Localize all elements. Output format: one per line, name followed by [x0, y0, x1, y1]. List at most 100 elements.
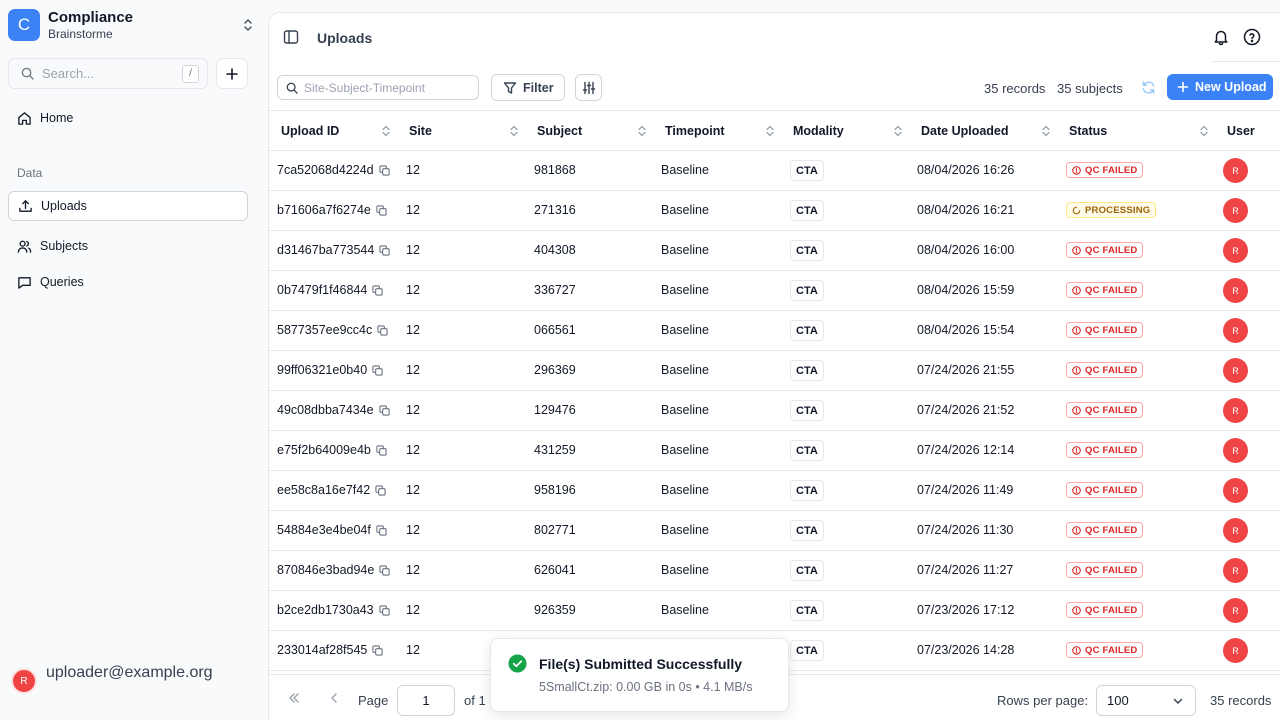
column-settings-button[interactable]	[575, 74, 602, 101]
copy-icon[interactable]	[376, 524, 387, 536]
copy-icon[interactable]	[372, 364, 383, 376]
new-upload-button[interactable]: New Upload	[1167, 74, 1273, 100]
status-badge: QC FAILED	[1066, 522, 1144, 538]
copy-icon[interactable]	[376, 204, 387, 216]
status-badge: QC FAILED	[1066, 482, 1144, 498]
user-menu[interactable]: R uploader@example.org	[11, 664, 213, 694]
sort-icon[interactable]	[1041, 125, 1051, 137]
site-cell: 12	[406, 403, 420, 417]
sidebar-toggle-icon[interactable]	[283, 29, 299, 45]
sort-icon[interactable]	[637, 125, 647, 137]
table-row[interactable]: 5877357ee9cc4c 12 066561 Baseline CTA 08/04/2…	[269, 311, 1280, 351]
column-header-upload-id[interactable]: Upload ID	[281, 124, 339, 138]
status-text: QC FAILED	[1085, 564, 1138, 576]
table-row[interactable]: 49c08dbba7434e 12 129476 Baseline CTA 07/24/2…	[269, 391, 1280, 431]
date-uploaded-cell: 08/04/2026 16:21	[917, 203, 1015, 217]
add-button[interactable]	[216, 58, 248, 89]
rows-per-page-select[interactable]: 100	[1096, 685, 1196, 716]
table-row[interactable]: ee58c8a16e7f42 12 958196 Baseline CTA 07/24/2…	[269, 471, 1280, 511]
column-header-timepoint[interactable]: Timepoint	[665, 124, 725, 138]
upload-id-cell: b2ce2db1730a43	[277, 603, 390, 617]
sort-icon[interactable]	[765, 125, 775, 137]
sidebar-item-home[interactable]: Home	[8, 103, 248, 133]
table-row[interactable]: 99ff06321e0b40 12 296369 Baseline CTA 07/24/2…	[269, 351, 1280, 391]
upload-id: 54884e3e4be04f	[277, 523, 371, 537]
copy-icon[interactable]	[379, 244, 390, 256]
subject-cell: 404308	[534, 243, 576, 257]
avatar: R	[11, 668, 37, 694]
column-header-site[interactable]: Site	[409, 124, 432, 138]
table-row[interactable]: 7ca52068d4224d 12 981868 Baseline CTA 08/04/2…	[269, 151, 1280, 191]
page-number-input[interactable]: 1	[397, 685, 455, 716]
timepoint-cell: Baseline	[661, 323, 709, 337]
table-row[interactable]: e75f2b64009e4b 12 431259 Baseline CTA 07/24/2…	[269, 431, 1280, 471]
upload-id-cell: 233014af28f545	[277, 643, 384, 657]
sort-icon[interactable]	[1199, 125, 1209, 137]
sort-icon[interactable]	[381, 125, 391, 137]
column-header-modality[interactable]: Modality	[793, 124, 844, 138]
column-header-subject[interactable]: Subject	[537, 124, 582, 138]
avatar: R	[1223, 198, 1248, 223]
table-search-input[interactable]: Site-Subject-Timepoint	[277, 75, 479, 100]
column-header-user[interactable]: User	[1227, 124, 1255, 138]
org-switcher[interactable]: C Compliance Brainstorme	[8, 8, 256, 42]
site-cell: 12	[406, 523, 420, 537]
status-badge: QC FAILED	[1066, 602, 1144, 618]
site-cell: 12	[406, 563, 420, 577]
org-logo: C	[8, 9, 40, 41]
previous-page-icon[interactable]	[326, 690, 342, 706]
alert-circle-icon	[1072, 405, 1085, 415]
table-row[interactable]: d31467ba773544 12 404308 Baseline CTA 08/04/2…	[269, 231, 1280, 271]
sidebar-item-uploads[interactable]: Uploads	[8, 191, 248, 221]
table-row[interactable]: b2ce2db1730a43 12 926359 Baseline CTA 07/23/2…	[269, 591, 1280, 631]
main-panel: Uploads Site-Subject-Timepoint Filter 35…	[268, 12, 1280, 720]
modality-badge: CTA	[790, 480, 824, 501]
sidebar-item-queries[interactable]: Queries	[8, 267, 248, 297]
sidebar-search-placeholder: Search...	[42, 66, 95, 81]
copy-icon[interactable]	[378, 404, 390, 416]
upload-id-cell: e75f2b64009e4b	[277, 443, 387, 457]
table-row[interactable]: 54884e3e4be04f 12 802771 Baseline CTA 07/24/2…	[269, 511, 1280, 551]
help-icon[interactable]	[1243, 28, 1261, 46]
copy-icon[interactable]	[376, 444, 387, 456]
status-text: QC FAILED	[1085, 324, 1138, 336]
column-header-date-uploaded[interactable]: Date Uploaded	[921, 124, 1009, 138]
site-cell: 12	[406, 443, 420, 457]
timepoint-cell: Baseline	[661, 283, 709, 297]
copy-icon[interactable]	[377, 324, 388, 336]
subject-cell: 981868	[534, 163, 576, 177]
sort-icon[interactable]	[893, 125, 903, 137]
copy-icon[interactable]	[372, 284, 384, 296]
table-row[interactable]: b71606a7f6274e 12 271316 Baseline CTA 08/04/2…	[269, 191, 1280, 231]
bell-icon[interactable]	[1212, 28, 1230, 46]
status-badge: QC FAILED	[1066, 162, 1144, 178]
chevrons-up-down-icon	[240, 17, 256, 33]
status-text: PROCESSING	[1085, 204, 1151, 216]
upload-id-cell: 49c08dbba7434e	[277, 403, 390, 417]
status-badge: QC FAILED	[1066, 242, 1144, 258]
sidebar-item-subjects[interactable]: Subjects	[8, 231, 248, 261]
first-page-icon[interactable]	[286, 690, 302, 706]
subject-cell: 271316	[534, 203, 576, 217]
search-shortcut-key: /	[182, 64, 199, 83]
refresh-icon[interactable]	[1137, 76, 1159, 98]
sidebar-item-label: Queries	[40, 275, 84, 289]
copy-icon[interactable]	[375, 484, 386, 496]
filter-button[interactable]: Filter	[491, 74, 565, 101]
sidebar-search-input[interactable]: Search... /	[8, 58, 208, 89]
copy-icon[interactable]	[378, 604, 390, 616]
table-row[interactable]: 870846e3bad94e 12 626041 Baseline CTA 07/24/2…	[269, 551, 1280, 591]
column-header-status[interactable]: Status	[1069, 124, 1107, 138]
status-badge: QC FAILED	[1066, 402, 1144, 418]
table-row[interactable]: 0b7479f1f46844 12 336727 Baseline CTA 08/04/2…	[269, 271, 1280, 311]
modality-badge: CTA	[790, 600, 824, 621]
message-icon	[17, 275, 32, 290]
copy-icon[interactable]	[372, 644, 384, 656]
status-badge: QC FAILED	[1066, 282, 1144, 298]
timepoint-cell: Baseline	[661, 403, 709, 417]
sort-icon[interactable]	[509, 125, 519, 137]
copy-icon[interactable]	[379, 564, 390, 576]
copy-icon[interactable]	[378, 164, 390, 176]
sidebar-item-label: Uploads	[41, 199, 87, 213]
footer-records-count: 35 records	[1210, 693, 1272, 708]
